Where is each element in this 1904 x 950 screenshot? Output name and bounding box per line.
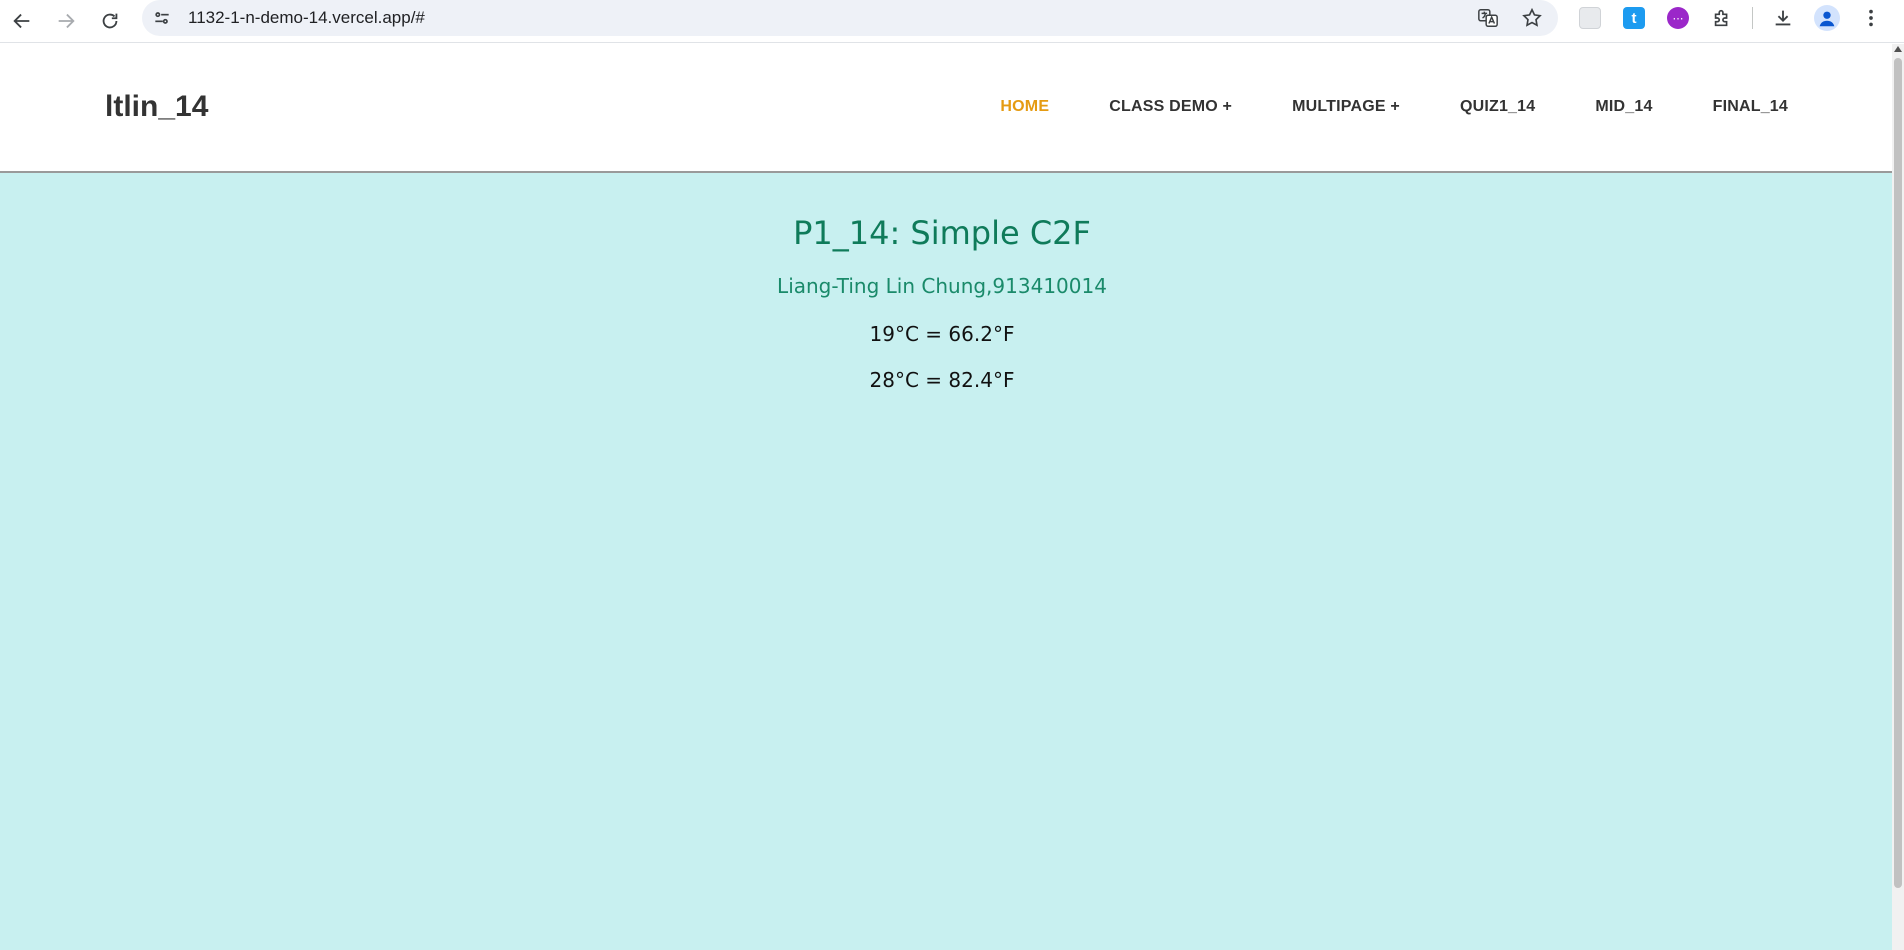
site-info-icon[interactable]: [142, 0, 182, 36]
extension-purple-icon[interactable]: ⋯: [1656, 0, 1700, 36]
nav-item-final[interactable]: FINAL_14: [1713, 98, 1788, 116]
arrow-left-icon: [13, 13, 30, 29]
back-button[interactable]: [0, 0, 44, 43]
scroll-thumb[interactable]: [1894, 58, 1902, 888]
forward-button[interactable]: [44, 0, 88, 43]
download-icon[interactable]: [1761, 0, 1805, 36]
conversion-result: 28°C = 82.4°F: [869, 368, 1015, 392]
bookmark-star-icon[interactable]: [1514, 0, 1550, 36]
menu-kebab-icon[interactable]: [1849, 0, 1893, 36]
site-brand[interactable]: ltlin_14: [105, 90, 208, 124]
browser-toolbar: 1132-1-n-demo-14.vercel.app/# t ⋯: [0, 0, 1904, 43]
profile-avatar-icon[interactable]: [1805, 0, 1849, 36]
arrow-right-icon: [58, 13, 75, 29]
nav-item-home[interactable]: HOME: [1000, 98, 1049, 116]
reload-button[interactable]: [88, 0, 132, 43]
page-viewport: ltlin_14 HOME CLASS DEMO + MULTIPAGE + Q…: [0, 44, 1892, 950]
extension-gray-icon[interactable]: [1568, 0, 1612, 36]
reload-icon: [102, 13, 118, 29]
extensions-puzzle-icon[interactable]: [1700, 0, 1744, 36]
conversion-result: 19°C = 66.2°F: [869, 322, 1015, 346]
extension-t-icon[interactable]: t: [1612, 0, 1656, 36]
site-header: ltlin_14 HOME CLASS DEMO + MULTIPAGE + Q…: [0, 44, 1892, 173]
page-title: P1_14: Simple C2F: [793, 214, 1091, 252]
address-bar[interactable]: 1132-1-n-demo-14.vercel.app/#: [142, 0, 1558, 36]
translate-icon[interactable]: [1470, 0, 1506, 36]
main-nav: HOME CLASS DEMO + MULTIPAGE + QUIZ1_14 M…: [940, 98, 1788, 116]
nav-item-mid[interactable]: MID_14: [1595, 98, 1652, 116]
toolbar-divider: [1752, 7, 1753, 29]
author-line: Liang-Ting Lin Chung,913410014: [777, 274, 1107, 298]
page-scrollbar[interactable]: [1892, 44, 1904, 950]
nav-item-multipage[interactable]: MULTIPAGE +: [1292, 98, 1400, 116]
url-text[interactable]: 1132-1-n-demo-14.vercel.app/#: [188, 8, 425, 28]
nav-item-quiz1[interactable]: QUIZ1_14: [1460, 98, 1535, 116]
nav-item-class-demo[interactable]: CLASS DEMO +: [1109, 98, 1232, 116]
scroll-up-arrow-icon[interactable]: [1894, 46, 1902, 52]
main-content: P1_14: Simple C2F Liang-Ting Lin Chung,9…: [0, 214, 1884, 414]
